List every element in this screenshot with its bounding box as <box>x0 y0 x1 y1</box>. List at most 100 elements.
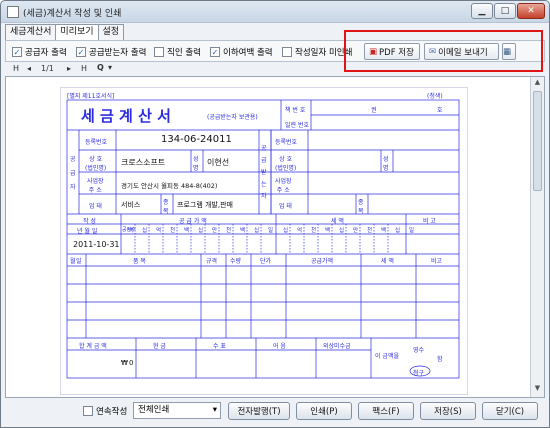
checkbox-empty-icon <box>282 47 292 57</box>
seal-print-checkbox[interactable]: 직인 출력 <box>154 46 201 58</box>
digit-header: 일 <box>268 228 274 234</box>
supplier-item: 프로그램 개발,판매 <box>177 201 233 209</box>
preview-area: [별지 제11호서식] (청색) 세 금 계 산 서 (공급받는자 보관용) 책… <box>5 76 545 398</box>
prev-page-icon[interactable]: ◂ <box>27 64 31 73</box>
save-button[interactable]: 저장(S) <box>420 402 476 420</box>
this-amount-label: 이 금액을 <box>375 353 399 360</box>
tab-strip: 세금계산서 미리보기 설정 <box>5 24 125 41</box>
digit-header: 십 <box>395 228 401 234</box>
issue-date: 2011-10-31 <box>73 240 120 249</box>
digit-header: 십 <box>339 228 345 234</box>
col-supply: 공급가액 <box>311 258 334 265</box>
won-sign: ₩ <box>121 359 128 367</box>
supplier-name-label: 성명 <box>193 156 199 172</box>
tab-invoice[interactable]: 세금계산서 <box>5 24 57 40</box>
cash-label: 현 금 <box>153 343 166 350</box>
digit-header: 만 <box>353 228 359 234</box>
page-navigation: H ◂ 1/1 ▸ H Q ▾ <box>5 62 545 76</box>
digit-header: 백 <box>325 228 331 234</box>
minimize-button[interactable]: ▁ <box>471 3 493 19</box>
scroll-thumb[interactable] <box>533 91 542 191</box>
supplier-representative: 이현선 <box>207 158 230 167</box>
title-bar: (세금)계산서 작성 및 인쇄 ▁ □ ✕ <box>1 1 549 23</box>
fax-button[interactable]: 팩스(F) <box>358 402 414 420</box>
invoice-subtitle: (공급받는자 보관용) <box>207 114 258 121</box>
note-bill-label: 어 음 <box>273 343 286 350</box>
digit-header: 천 <box>311 228 317 234</box>
digit-header: 천 <box>226 228 232 234</box>
buyer-print-checkbox[interactable]: ✓ 공급받는자 출력 <box>76 46 146 58</box>
invoice-grid <box>66 99 460 379</box>
checkbox-empty-icon <box>154 47 164 57</box>
close-button[interactable]: 닫기(C) <box>482 402 538 420</box>
tab-preview[interactable]: 미리보기 <box>55 24 99 41</box>
digit-header: 만 <box>212 228 218 234</box>
first-page-icon[interactable]: H <box>13 64 19 73</box>
close-window-button[interactable]: ✕ <box>517 3 545 19</box>
next-page-icon[interactable]: ▸ <box>67 64 71 73</box>
form-number: [별지 제11호서식] <box>67 93 115 100</box>
serial-number-label: 일련 번호 <box>285 122 309 129</box>
vertical-scrollbar[interactable]: ▲ ▼ <box>530 77 544 397</box>
invoice-page: [별지 제11호서식] (청색) 세 금 계 산 서 (공급받는자 보관용) 책… <box>60 87 468 395</box>
book-number-label: 책 번 호 <box>285 107 306 114</box>
supplier-company-label: 상 호 (법인명) <box>85 156 107 172</box>
copy-color-label: (청색) <box>427 93 443 100</box>
maximize-icon: □ <box>500 6 510 16</box>
digit-header: 백 <box>381 228 387 234</box>
date-header: 작 성 <box>83 218 96 225</box>
scroll-down-icon[interactable]: ▼ <box>532 384 543 395</box>
buyer-item-label: 종목 <box>358 199 364 215</box>
invoice-title: 세 금 계 산 서 <box>81 107 171 125</box>
tab-settings[interactable]: 설정 <box>97 24 125 40</box>
scroll-up-icon[interactable]: ▲ <box>532 78 543 89</box>
digit-header: 백 <box>184 228 190 234</box>
col-tax: 세 액 <box>381 258 394 265</box>
total-amount-value: 0 <box>129 359 134 367</box>
zoom-dropdown-icon[interactable]: ▾ <box>108 63 112 72</box>
close-icon: ✕ <box>527 6 535 16</box>
col-day: 일 <box>76 258 82 265</box>
digit-header: 십 <box>198 228 204 234</box>
blank-space-print-checkbox[interactable]: ✓ 이하여백 출력 <box>210 46 273 58</box>
checkbox-empty-icon <box>83 406 93 416</box>
bottom-bar: 연속작성 전체인쇄 ▾ 전자발행(T) 인쇄(P) 팩스(F) 저장(S) 닫기(… <box>5 399 545 423</box>
checkbox-checked-icon: ✓ <box>210 47 220 57</box>
last-page-icon[interactable]: H <box>81 64 87 73</box>
supplier-business-type: 서비스 <box>121 201 141 209</box>
digit-header: 백 <box>128 228 134 234</box>
note-header: 비 고 <box>423 218 436 225</box>
gwon-label: 권 <box>371 107 377 114</box>
print-button[interactable]: 인쇄(P) <box>296 402 352 420</box>
page-indicator: 1/1 <box>41 64 54 73</box>
tax-header: 세 액 <box>331 218 344 225</box>
supplier-company: 크로스소프트 <box>121 158 166 167</box>
supplier-address: 경기도 안산시 월피동 484-8(402) <box>121 182 218 190</box>
buyer-business-type-label: 업 태 <box>279 203 292 210</box>
minimize-icon: ▁ <box>478 6 486 16</box>
digit-header: 십 <box>142 228 148 234</box>
print-mode-select[interactable]: 전체인쇄 ▾ <box>133 402 221 419</box>
supplier-side-label: 공급자 <box>70 156 76 191</box>
zoom-icon[interactable]: Q <box>97 63 104 72</box>
continuous-checkbox[interactable]: 연속작성 <box>83 405 127 417</box>
digit-header: 천 <box>367 228 373 234</box>
maximize-button[interactable]: □ <box>494 3 516 19</box>
digit-header: 억 <box>297 228 303 234</box>
ham-label: 함 <box>437 356 443 363</box>
digit-header: 백 <box>240 228 246 234</box>
digit-header: 십 <box>283 228 289 234</box>
col-spec: 규격 <box>206 258 218 265</box>
total-amount-label: 합 계 금 액 <box>79 343 107 350</box>
supply-amount-header: 공 급 가 액 <box>179 218 207 225</box>
supplier-reg-number: 134-06-24011 <box>161 134 232 145</box>
electronic-issue-button[interactable]: 전자발행(T) <box>228 402 290 420</box>
supplier-print-checkbox[interactable]: ✓ 공급자 출력 <box>12 46 67 58</box>
digit-header: 십 <box>254 228 260 234</box>
credit-label: 외상미수금 <box>323 343 351 350</box>
receipt-label: 영수 <box>413 347 425 354</box>
supplier-business-type-label: 업 태 <box>89 203 102 210</box>
buyer-side-label: 공급받는자 <box>261 145 267 200</box>
date-no-print-checkbox[interactable]: 작성일자 미인쇄 <box>282 46 352 58</box>
digit-header: 억 <box>156 228 162 234</box>
